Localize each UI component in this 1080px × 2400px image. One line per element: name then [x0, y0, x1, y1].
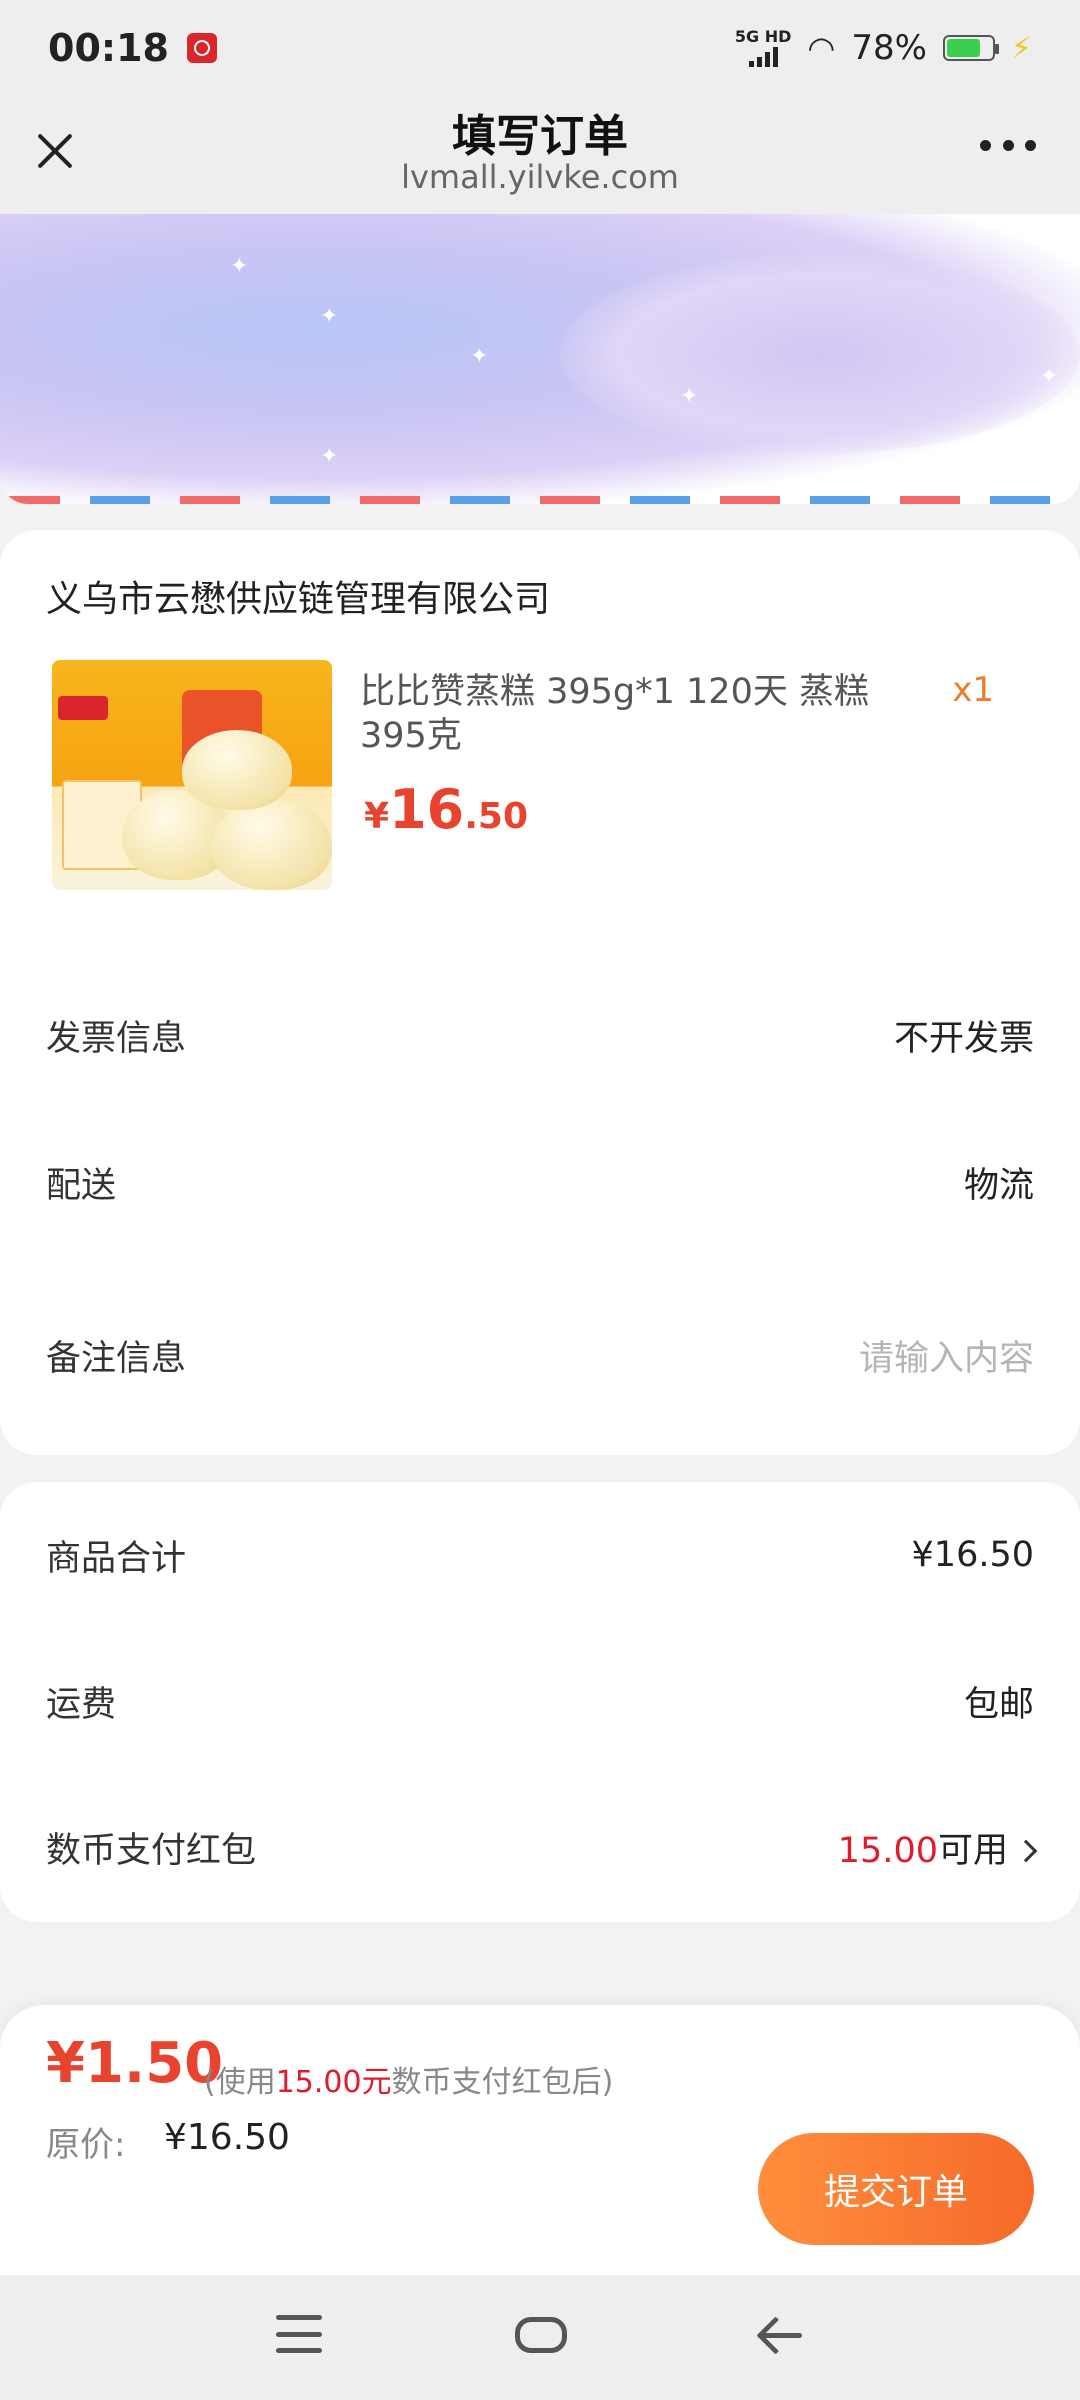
note-amount: 15.00元: [275, 2065, 392, 2100]
coin-redpacket-amount: 15.00: [837, 1830, 938, 1871]
network-type: 5G HD: [734, 27, 792, 46]
title-bar: 填写订单 lvmall.yilvke.com: [0, 96, 1080, 214]
final-price-note: (使用15.00元数币支付红包后): [204, 2057, 613, 2101]
address-card[interactable]: ✦ ✦ ✦ ✦ ✦ ✦: [0, 214, 1080, 504]
charging-icon: ⚡: [1010, 30, 1032, 66]
price-integer: 16: [389, 778, 465, 841]
page-title: 填写订单: [452, 111, 628, 162]
price-currency: ¥: [364, 796, 390, 837]
chevron-right-icon: [1014, 1839, 1038, 1862]
status-bar: 00:18 5G HD ◠ 78% ⚡: [0, 0, 1080, 96]
shipping-label: 运费: [46, 1684, 117, 1725]
checkout-bar: ¥1.50 (使用15.00元数币支付红包后) 原价: ¥16.50 提交订单: [0, 2005, 1080, 2275]
sparkle-icon: ✦: [320, 304, 339, 329]
menu-icon[interactable]: [276, 2315, 322, 2353]
invoice-label: 发票信息: [46, 1018, 187, 1059]
product-image[interactable]: [52, 660, 332, 890]
delivery-row[interactable]: 配送 物流: [46, 1147, 1034, 1217]
note-prefix: (使用: [204, 2065, 276, 2100]
product-price: ¥16.50: [364, 778, 528, 841]
delivery-label: 配送: [46, 1165, 117, 1206]
sparkle-icon: ✦: [470, 344, 489, 369]
final-price: ¥1.50: [46, 2031, 224, 2096]
remark-input[interactable]: 请输入内容: [859, 1330, 1034, 1381]
coin-redpacket-value: 15.00可用: [837, 1822, 1038, 1873]
invoice-row[interactable]: 发票信息 不开发票: [46, 1000, 1034, 1070]
signal-icon: 5G HD: [734, 27, 792, 67]
wifi-icon: ◠: [807, 29, 836, 67]
system-nav-bar: [0, 2275, 1080, 2400]
battery-icon: [942, 35, 999, 61]
subtotal-row: 商品合计 ¥16.50: [46, 1520, 1034, 1590]
remark-row: 备注信息 请输入内容: [46, 1320, 1034, 1390]
more-options-icon[interactable]: [980, 140, 1036, 154]
back-icon[interactable]: [756, 2315, 804, 2355]
shipping-row: 运费 包邮: [46, 1666, 1034, 1736]
subtotal-label: 商品合计: [46, 1538, 187, 1579]
summary-card: 商品合计 ¥16.50 运费 包邮 数币支付红包 15.00可用: [0, 1482, 1080, 1922]
status-indicators: 5G HD ◠ 78% ⚡: [735, 28, 1032, 68]
app-badge-icon: [186, 33, 217, 63]
remark-label: 备注信息: [46, 1338, 187, 1379]
price-decimal: .50: [464, 796, 528, 837]
order-card: 义乌市云懋供应链管理有限公司 比比赞蒸糕 395g*1 120天 蒸糕395克 …: [0, 530, 1080, 1455]
shop-name: 义乌市云懋供应链管理有限公司: [46, 579, 551, 620]
coin-redpacket-label: 数币支付红包: [46, 1830, 257, 1871]
original-price-label: 原价:: [46, 2125, 126, 2165]
product-quantity: x1: [952, 670, 994, 710]
sparkle-icon: ✦: [320, 444, 339, 469]
product-title: 比比赞蒸糕 395g*1 120天 蒸糕395克: [360, 672, 869, 756]
battery-percent: 78%: [851, 28, 927, 68]
status-time: 00:18: [48, 26, 169, 70]
coin-redpacket-suffix: 可用: [937, 1830, 1008, 1871]
home-icon[interactable]: [515, 2317, 567, 2353]
envelope-stripe: [0, 496, 1080, 504]
submit-order-button[interactable]: 提交订单: [758, 2133, 1034, 2245]
coin-redpacket-row[interactable]: 数币支付红包 15.00可用: [46, 1812, 1038, 1882]
original-price-value: ¥16.50: [164, 2117, 290, 2158]
invoice-value: 不开发票: [893, 1018, 1034, 1059]
note-suffix: 数币支付红包后): [391, 2065, 614, 2100]
shipping-value: 包邮: [963, 1684, 1034, 1725]
subtotal-value: ¥16.50: [911, 1535, 1034, 1575]
page-url: lvmall.yilvke.com: [401, 158, 679, 196]
sparkle-icon: ✦: [230, 254, 249, 279]
delivery-value: 物流: [963, 1165, 1034, 1206]
sparkle-icon: ✦: [680, 384, 699, 409]
sparkle-icon: ✦: [1040, 364, 1059, 389]
address-redaction-right: [560, 254, 1080, 454]
